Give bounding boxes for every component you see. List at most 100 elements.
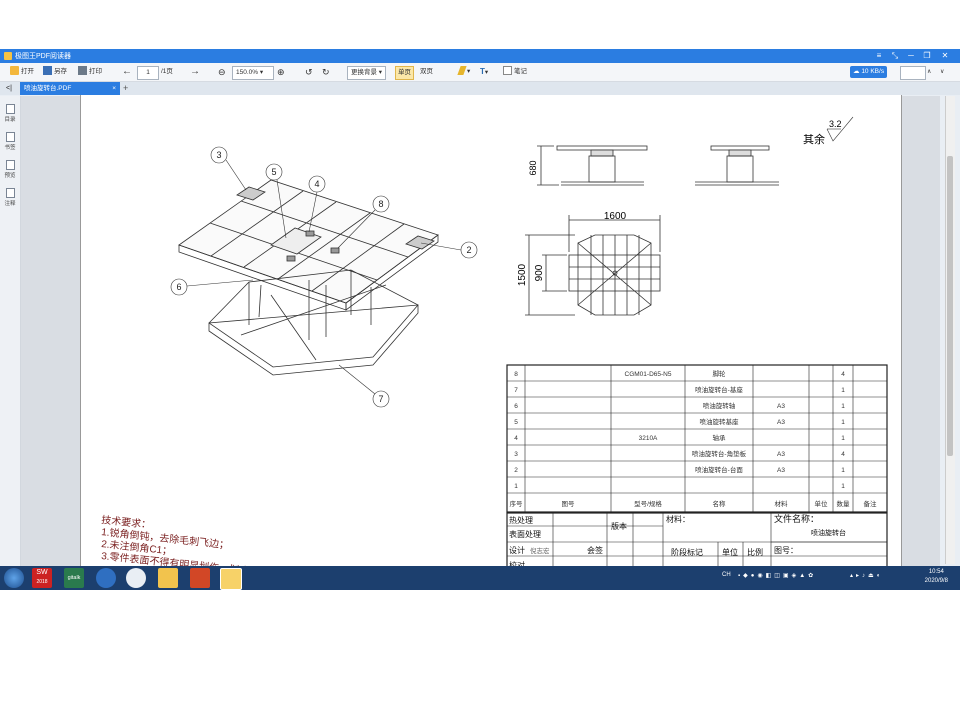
gitalk-icon[interactable]: gitalk: [64, 568, 84, 588]
tech-requirements: 技术要求： 1.锐角倒钝，去除毛刺飞边； 2.未注倒角C1； 3.零件表面不得有…: [101, 513, 280, 570]
title-block-text: 热处理 表面处理 版本 材料： 文件名称： 喷油旋转台 设计 倪志宏 会签 阶段…: [509, 513, 846, 570]
bom-row-qty: 1: [841, 387, 845, 394]
pdf-reader-taskbar-icon[interactable]: [220, 568, 242, 590]
tab-document[interactable]: 喷油旋转台.PDF ×: [20, 82, 120, 95]
bom-row-material: A3: [777, 403, 785, 410]
nav-bookmarks[interactable]: 书签: [2, 132, 18, 151]
collapse-nav-icon[interactable]: <|: [6, 82, 12, 95]
scrollbar-thumb[interactable]: [947, 156, 953, 456]
balloon-5: 5: [271, 167, 276, 177]
search-up-icon[interactable]: ∧: [927, 66, 931, 78]
maximize-button[interactable]: ❐: [920, 50, 934, 62]
heat-treatment-label: 热处理: [509, 515, 533, 525]
material-label: 材料：: [666, 514, 690, 524]
engineering-drawing: 3 5 4 8 2 6 7 680 其余 3.2 1600 1500 900 8…: [101, 116, 888, 570]
solidworks-icon[interactable]: SW 2018: [32, 568, 52, 588]
search-down-icon[interactable]: ∨: [940, 66, 944, 78]
window-title: 极图王PDF阅读器: [15, 53, 71, 60]
open-button[interactable]: 打开: [10, 66, 34, 78]
system-clock[interactable]: 10:54 2020/9/8: [925, 568, 948, 586]
top-view: [525, 215, 661, 316]
nav-toc[interactable]: 目录: [2, 104, 18, 123]
minimize-button[interactable]: ─: [904, 50, 918, 62]
dim-680: 680: [528, 160, 538, 175]
ie-icon[interactable]: [96, 568, 116, 588]
next-page-button[interactable]: →: [190, 66, 200, 78]
dim-900: 900: [534, 264, 545, 281]
vertical-scrollbar[interactable]: [945, 96, 955, 564]
page-number-input[interactable]: 1: [137, 66, 159, 80]
bom-row-name: 喷油旋转台-基座: [695, 385, 743, 394]
tab-label: 喷油旋转台.PDF: [24, 85, 72, 92]
pdf-page: 3 5 4 8 2 6 7 680 其余 3.2 1600 1500 900 8…: [80, 95, 902, 570]
rotate-left-icon[interactable]: ↺: [305, 66, 313, 78]
nav-annotations-label: 注释: [4, 201, 16, 207]
nav-toc-label: 目录: [4, 117, 16, 123]
tray-system-icons[interactable]: ▴▸♪⏏◐: [850, 572, 883, 579]
menu-icon[interactable]: ≡: [872, 50, 886, 62]
highlighter-icon: [457, 66, 467, 75]
zoom-in-icon[interactable]: ⊕: [277, 66, 285, 78]
bom-row-qty: 1: [841, 435, 845, 442]
bom-row-qty: 1: [841, 419, 845, 426]
highlight-menu-arrow: ▾: [467, 68, 471, 75]
bom-row-qty: 1: [841, 403, 845, 410]
double-page-button[interactable]: 双页: [420, 66, 433, 78]
bom-header: 备注: [864, 499, 878, 508]
rotate-right-icon[interactable]: ↻: [322, 66, 330, 78]
app-switch-icon[interactable]: [126, 568, 146, 588]
version-label: 版本: [611, 521, 627, 531]
bom-row-no: 4: [514, 435, 518, 442]
restore-size-icon[interactable]: ⤡: [888, 50, 902, 62]
zoom-out-icon[interactable]: ⊖: [218, 66, 226, 78]
bom-row-material: A3: [777, 419, 785, 426]
zoom-select[interactable]: 150.0% ▾: [232, 66, 274, 80]
side-view: [695, 145, 779, 186]
bom-header: 单位: [815, 499, 829, 508]
bom-row-name: 脚轮: [713, 369, 727, 378]
save-as-button[interactable]: 另存: [43, 66, 67, 78]
bom-row-model: CGM01-D65-N5: [625, 371, 672, 378]
design-label: 设计: [509, 545, 525, 555]
bom-row-no: 1: [514, 483, 518, 490]
search-input[interactable]: [900, 66, 926, 80]
start-orb-icon[interactable]: [4, 568, 24, 588]
single-page-label: 单页: [398, 69, 411, 76]
close-button[interactable]: ✕: [938, 50, 952, 62]
bom-header: 型号/规格: [634, 499, 662, 508]
nav-preview-label: 预览: [4, 173, 16, 179]
bom-row-no: 7: [514, 387, 518, 394]
balloon-4: 4: [314, 179, 319, 189]
roughness-value: 3.2: [829, 119, 842, 129]
print-button[interactable]: 打印: [78, 66, 102, 78]
drawing-no-label: 图号：: [774, 546, 798, 555]
explorer-icon[interactable]: [158, 568, 178, 588]
powerpoint-icon[interactable]: [190, 568, 210, 588]
folder-icon: [10, 66, 19, 75]
highlight-button[interactable]: ▾: [457, 66, 471, 78]
zoom-value: 150.0%: [236, 69, 259, 76]
bom-row-name: 喷油旋转台-角垫板: [692, 449, 747, 458]
bom-header: 材料: [775, 499, 789, 508]
nav-preview[interactable]: 预览: [2, 160, 18, 179]
single-page-button[interactable]: 单页: [395, 66, 414, 80]
balloon-6: 6: [176, 282, 181, 292]
tab-close-icon[interactable]: ×: [112, 82, 116, 95]
bom-row-name: 喷油旋转台-台面: [695, 465, 743, 474]
background-label: 更换背景: [351, 69, 377, 76]
text-button[interactable]: T▾: [480, 66, 488, 78]
notes-label: 笔记: [514, 68, 527, 75]
bom-row-no: 5: [514, 419, 518, 426]
background-select[interactable]: 更换背景 ▾: [347, 66, 387, 80]
nav-annotations[interactable]: 注释: [2, 188, 18, 207]
save-label: 另存: [54, 68, 67, 75]
notes-button[interactable]: 笔记: [503, 66, 527, 78]
file-name-label: 文件名称：: [774, 513, 819, 524]
ime-indicator[interactable]: CH: [722, 572, 731, 578]
add-tab-button[interactable]: +: [123, 82, 128, 95]
left-nav: 目录 书签 预览 注释: [0, 96, 21, 566]
prev-page-button[interactable]: ←: [122, 66, 132, 78]
isometric-view: [178, 179, 439, 376]
tray-icons[interactable]: ▪◆●◉◧◫▣◈▲✿: [738, 572, 816, 579]
bom-row-no: 2: [514, 467, 518, 474]
